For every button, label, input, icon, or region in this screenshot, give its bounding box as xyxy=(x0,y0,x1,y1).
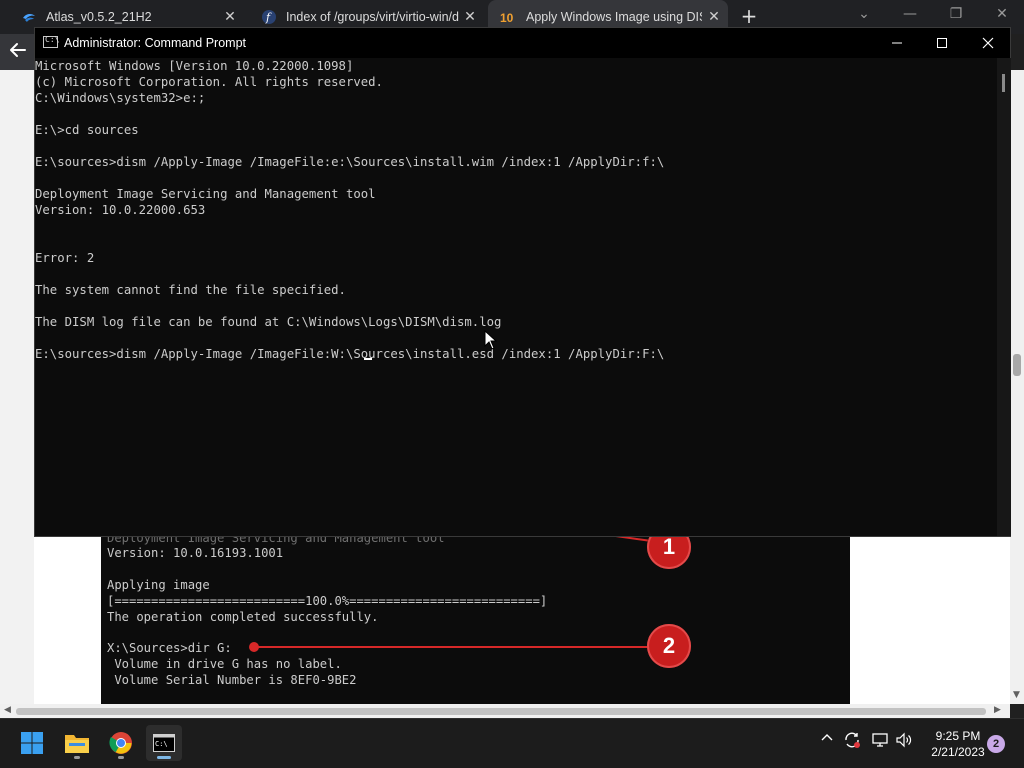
console-line: The system cannot find the file specifie… xyxy=(35,283,346,297)
tab-title: Atlas_v0.5.2_21H2 xyxy=(46,10,152,24)
command-prompt-icon: C:\ xyxy=(43,35,59,48)
close-icon xyxy=(982,37,994,49)
scroll-down-icon[interactable]: ▼ xyxy=(1013,690,1020,700)
article-screenshot: Deployment Image Servicing and Managemen… xyxy=(101,531,850,704)
console-line: E:\sources>dism /Apply-Image /ImageFile:… xyxy=(35,155,665,169)
console-line: Error: 2 xyxy=(35,251,95,265)
screenshot-line: Volume in drive G has no label. xyxy=(107,657,342,671)
close-button[interactable] xyxy=(965,28,1011,58)
tab-title: Apply Windows Image using DISM xyxy=(526,10,702,24)
active-indicator xyxy=(157,756,171,759)
screenshot-line: Version: 10.0.16193.1001 xyxy=(107,546,284,560)
close-icon[interactable]: ✕ xyxy=(462,8,478,24)
console-line: C:\Windows\system32>e:; xyxy=(35,91,206,105)
page-gutter xyxy=(0,70,34,704)
maximize-icon xyxy=(937,38,947,48)
text-caret xyxy=(364,358,372,360)
screenshot-line: The operation completed successfully. xyxy=(107,610,379,624)
svg-text:C:\: C:\ xyxy=(155,740,168,748)
tab-search-icon[interactable]: ⌄ xyxy=(852,6,876,22)
page-vertical-scrollbar[interactable]: ▼ xyxy=(1010,70,1024,704)
tab-title: Index of /groups/virt/virtio-win/d xyxy=(286,10,459,24)
scroll-left-icon[interactable]: ◀ xyxy=(4,705,11,715)
console-input-line[interactable]: E:\sources>dism /Apply-Image /ImageFile:… xyxy=(35,346,664,362)
console-line: E:\>cd sources xyxy=(35,123,139,137)
minimize-icon[interactable]: — xyxy=(898,6,922,22)
console-line: (c) Microsoft Corporation. All rights re… xyxy=(35,75,383,89)
window-title: Administrator: Command Prompt xyxy=(64,36,247,50)
volume-icon[interactable] xyxy=(895,731,913,753)
scrollbar-thumb[interactable] xyxy=(1013,354,1021,376)
sync-icon[interactable] xyxy=(843,731,861,753)
restore-icon[interactable]: ❐ xyxy=(944,6,968,22)
taskbar-file-explorer[interactable] xyxy=(59,725,95,761)
screenshot-line: Volume Serial Number is 8EF0-9BE2 xyxy=(107,673,357,687)
fedora-icon: f xyxy=(260,8,278,26)
console-line: Deployment Image Servicing and Managemen… xyxy=(35,187,376,201)
running-indicator xyxy=(74,756,80,759)
file-explorer-icon xyxy=(65,735,89,753)
page-horizontal-scrollbar[interactable]: ◀ ▶ xyxy=(0,704,1010,718)
mouse-pointer-icon xyxy=(484,330,498,350)
taskbar-chrome[interactable] xyxy=(103,725,139,761)
screenshot-line: Applying image xyxy=(107,578,210,592)
network-icon[interactable] xyxy=(871,731,889,753)
terminal-icon: C:\ xyxy=(153,734,175,752)
close-icon[interactable]: ✕ xyxy=(222,8,238,24)
scrollbar-thumb[interactable] xyxy=(1002,74,1005,92)
scroll-right-icon[interactable]: ▶ xyxy=(994,705,1001,715)
taskbar-command-prompt[interactable]: C:\ xyxy=(146,725,182,761)
console-line: Microsoft Windows [Version 10.0.22000.10… xyxy=(35,59,354,73)
system-clock[interactable]: 9:25 PM 2/21/2023 xyxy=(918,728,998,760)
running-indicator xyxy=(118,756,124,759)
taskbar: C:\ 9:25 PM 2/21/2023 2 xyxy=(0,718,1024,768)
maximize-button[interactable] xyxy=(919,28,965,58)
clock-time: 9:25 PM xyxy=(935,729,981,743)
window-title-bar[interactable]: C:\ Administrator: Command Prompt xyxy=(35,28,1010,58)
chrome-icon xyxy=(109,732,132,754)
minimize-button[interactable] xyxy=(874,28,920,58)
console-output[interactable]: Microsoft Windows [Version 10.0.22000.10… xyxy=(35,58,995,536)
close-icon[interactable]: ✕ xyxy=(990,6,1014,22)
console-line: The DISM log file can be found at C:\Win… xyxy=(35,315,502,329)
show-hidden-icons-chevron-icon[interactable] xyxy=(820,731,834,749)
notification-badge[interactable]: 2 xyxy=(987,735,1005,753)
console-line: Version: 10.0.22000.653 xyxy=(35,203,206,217)
minimize-icon xyxy=(892,42,902,44)
close-icon[interactable]: ✕ xyxy=(706,8,722,24)
command-prompt-window[interactable]: C:\ Administrator: Command Prompt Micros… xyxy=(34,27,1011,537)
windows-start-icon xyxy=(21,732,43,754)
annotation-line xyxy=(256,646,648,648)
new-tab-button[interactable]: + xyxy=(738,5,760,27)
annotation-marker-2: 2 xyxy=(647,624,691,668)
atlas-icon xyxy=(20,8,38,26)
start-button[interactable] xyxy=(14,725,50,761)
screenshot-line: X:\Sources>dir G: xyxy=(107,641,232,655)
clock-date: 2/21/2023 xyxy=(931,745,985,759)
console-scrollbar[interactable] xyxy=(997,58,1011,536)
back-arrow-icon[interactable] xyxy=(8,40,28,60)
windows10-icon: 10 xyxy=(500,8,518,26)
svg-text:10: 10 xyxy=(500,11,514,25)
screenshot-line: [==========================100.0%=======… xyxy=(107,594,548,608)
scrollbar-thumb[interactable] xyxy=(16,708,986,715)
